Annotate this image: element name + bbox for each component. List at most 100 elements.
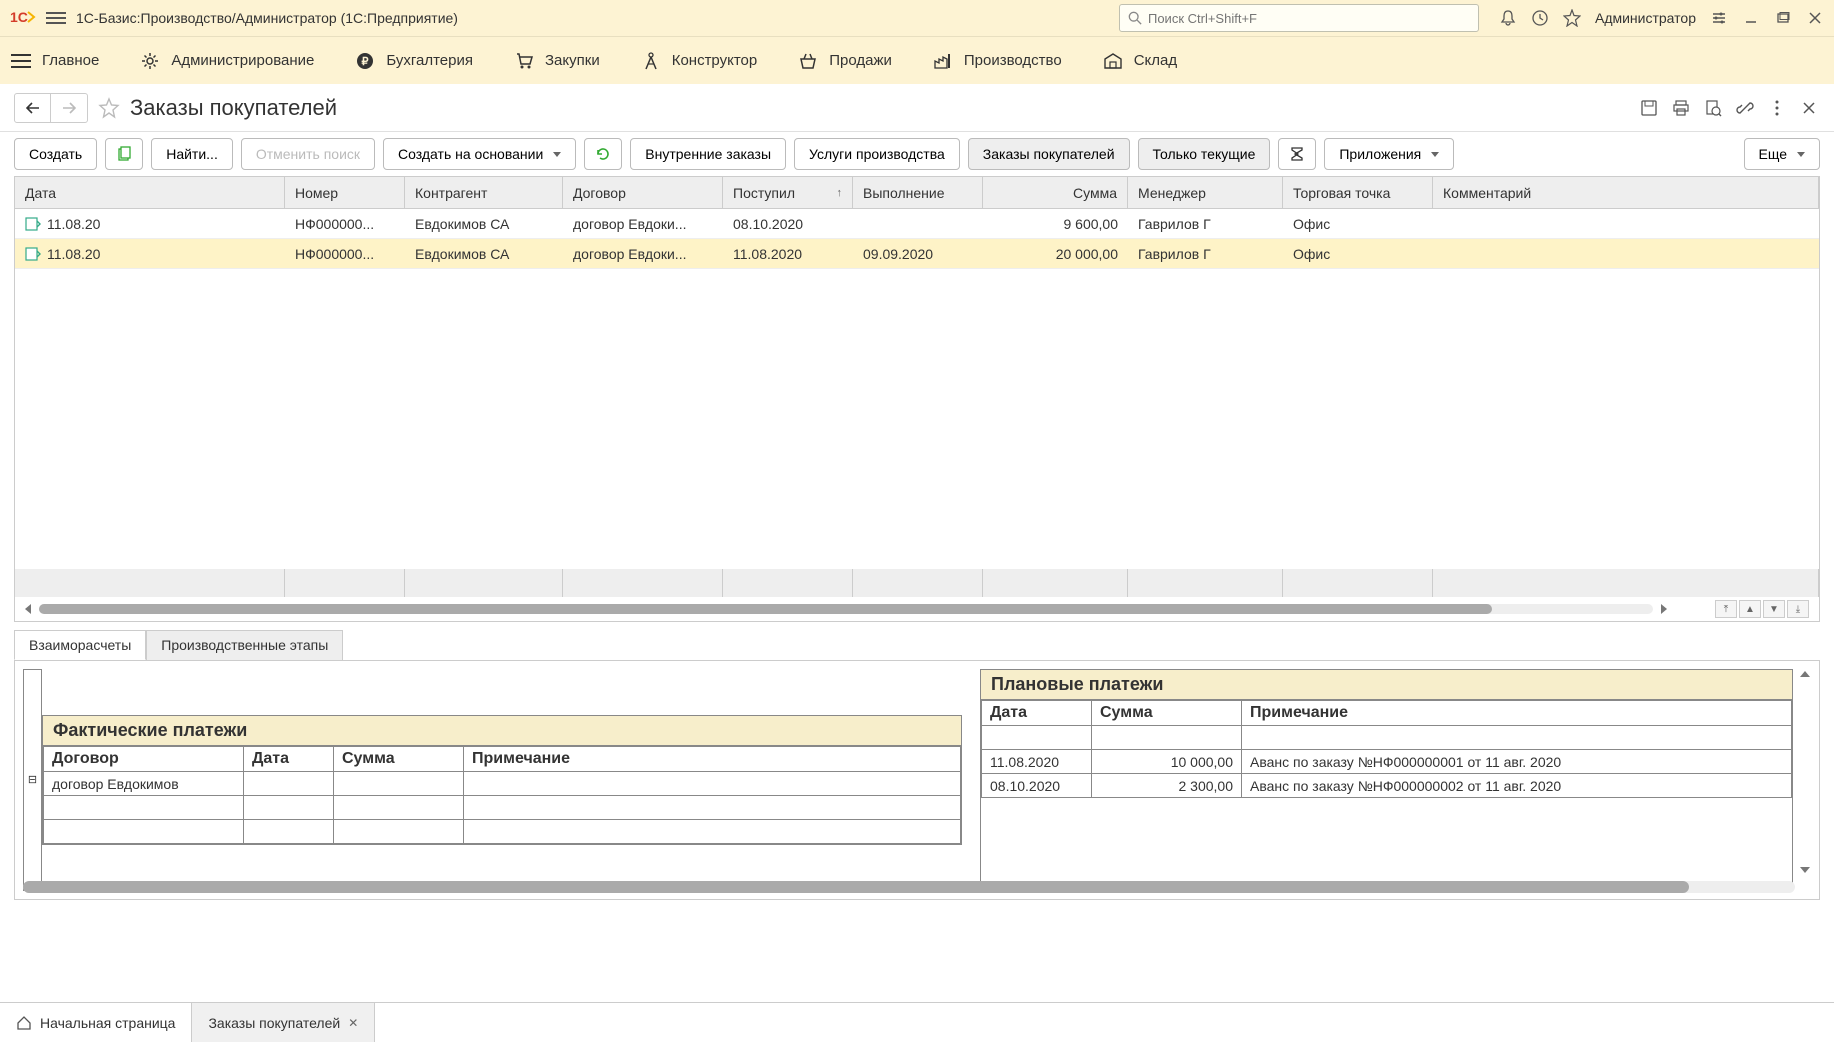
minimize-icon[interactable] <box>1742 9 1760 27</box>
cancel-search-button: Отменить поиск <box>241 138 375 170</box>
cell-completion: 09.09.2020 <box>853 239 983 268</box>
sum-button[interactable] <box>1278 138 1316 170</box>
scroll-right-icon[interactable] <box>1661 604 1667 614</box>
close-icon[interactable] <box>1806 9 1824 27</box>
more-menu-icon[interactable] <box>1766 97 1788 119</box>
scroll-down-arrow-icon[interactable] <box>1800 867 1810 873</box>
nav-admin-label: Администрирование <box>171 52 314 69</box>
production-services-button[interactable]: Услуги производства <box>794 138 960 170</box>
home-icon <box>16 1015 32 1031</box>
wtab-home[interactable]: Начальная страница <box>0 1003 192 1042</box>
actual-payments-title: Фактические платежи <box>43 716 961 746</box>
nav-main-label: Главное <box>42 52 99 69</box>
table-row[interactable]: договор Евдокимов <box>44 772 961 796</box>
bottom-hscroll[interactable] <box>23 881 1795 893</box>
cell-completion <box>853 209 983 238</box>
nav-constructor-label: Конструктор <box>672 52 758 69</box>
scroll-top-icon[interactable]: ⤒ <box>1715 600 1737 618</box>
table-row[interactable]: 11.08.20НФ000000...Евдокимов САдоговор Е… <box>15 239 1819 269</box>
only-current-button[interactable]: Только текущие <box>1138 138 1271 170</box>
main-menu-icon[interactable] <box>46 8 66 28</box>
table-row[interactable]: 08.10.20202 300,00Аванс по заказу №НФ000… <box>982 774 1792 798</box>
nav-production[interactable]: Производство <box>932 50 1062 72</box>
window-title: 1С-Базис:Производство/Администратор (1С:… <box>76 10 458 26</box>
col-number[interactable]: Номер <box>285 177 405 208</box>
more-button[interactable]: Еще <box>1744 138 1821 170</box>
settings-icon[interactable] <box>1710 9 1728 27</box>
search-input[interactable] <box>1148 11 1470 26</box>
nav-accounting[interactable]: ₽Бухгалтерия <box>354 50 473 72</box>
maximize-icon[interactable] <box>1774 9 1792 27</box>
col-counterparty[interactable]: Контрагент <box>405 177 563 208</box>
close-form-icon[interactable] <box>1798 97 1820 119</box>
user-name[interactable]: Администратор <box>1595 10 1696 26</box>
forward-button[interactable] <box>51 94 87 122</box>
actual-payments-table: Договор Дата Сумма Примечание договор Ев… <box>43 746 961 844</box>
cell-date: 08.10.2020 <box>982 774 1092 798</box>
scroll-up-arrow-icon[interactable] <box>1800 671 1810 677</box>
tab-mutual-settlements[interactable]: Взаиморасчеты <box>14 630 146 660</box>
link-icon[interactable] <box>1734 97 1756 119</box>
nav-purchasing-label: Закупки <box>545 52 600 69</box>
table-footer <box>15 569 1819 597</box>
history-icon[interactable] <box>1531 9 1549 27</box>
col-comment[interactable]: Комментарий <box>1433 177 1819 208</box>
favorite-star-icon[interactable] <box>98 97 120 119</box>
attachments-button[interactable]: Приложения <box>1324 138 1454 170</box>
ap-col-contract[interactable]: Договор <box>44 747 244 772</box>
cell-amount: 2 300,00 <box>1092 774 1242 798</box>
warehouse-icon <box>1102 50 1124 72</box>
find-button[interactable]: Найти... <box>151 138 233 170</box>
col-contract[interactable]: Договор <box>563 177 723 208</box>
bottom-vscroll[interactable] <box>1797 671 1813 873</box>
search-box[interactable] <box>1119 4 1479 32</box>
refresh-button[interactable] <box>584 138 622 170</box>
internal-orders-button[interactable]: Внутренние заказы <box>630 138 786 170</box>
tree-collapse-icon[interactable]: ⊟ <box>24 670 42 891</box>
bell-icon[interactable] <box>1499 9 1517 27</box>
ap-col-amount[interactable]: Сумма <box>334 747 464 772</box>
copy-button[interactable] <box>105 138 143 170</box>
pp-col-date[interactable]: Дата <box>982 701 1092 726</box>
cell-counterparty: Евдокимов СА <box>405 209 563 238</box>
col-amount[interactable]: Сумма <box>983 177 1128 208</box>
col-received[interactable]: Поступил↑ <box>723 177 853 208</box>
pp-col-note[interactable]: Примечание <box>1242 701 1792 726</box>
scroll-bottom-icon[interactable]: ⤓ <box>1787 600 1809 618</box>
scroll-up-icon[interactable]: ▲ <box>1739 600 1761 618</box>
wtab-orders[interactable]: Заказы покупателей ✕ <box>192 1003 375 1042</box>
scroll-left-icon[interactable] <box>25 604 31 614</box>
scroll-down-icon[interactable]: ▼ <box>1763 600 1785 618</box>
col-date[interactable]: Дата <box>15 177 285 208</box>
document-icon <box>25 217 41 231</box>
ap-col-date[interactable]: Дата <box>244 747 334 772</box>
cell-date: 11.08.20 <box>47 216 100 232</box>
star-icon[interactable] <box>1563 9 1581 27</box>
table-row[interactable]: 11.08.202010 000,00Аванс по заказу №НФ00… <box>982 750 1792 774</box>
col-shop[interactable]: Торговая точка <box>1283 177 1433 208</box>
nav-constructor[interactable]: Конструктор <box>640 50 758 72</box>
print-icon[interactable] <box>1670 97 1692 119</box>
planned-payments-box: Плановые платежи Дата Сумма Примечание 1… <box>980 669 1793 891</box>
back-button[interactable] <box>15 94 51 122</box>
create-button[interactable]: Создать <box>14 138 97 170</box>
nav-admin[interactable]: Администрирование <box>139 50 314 72</box>
wtab-close-icon[interactable]: ✕ <box>348 1016 358 1030</box>
title-bar: 1С 1С-Базис:Производство/Администратор (… <box>0 0 1834 36</box>
tab-production-stages[interactable]: Производственные этапы <box>146 630 343 660</box>
buyer-orders-button[interactable]: Заказы покупателей <box>968 138 1130 170</box>
create-based-on-button[interactable]: Создать на основании <box>383 138 576 170</box>
nav-main[interactable]: Главное <box>10 50 99 72</box>
nav-warehouse[interactable]: Склад <box>1102 50 1177 72</box>
pp-col-amount[interactable]: Сумма <box>1092 701 1242 726</box>
preview-icon[interactable] <box>1702 97 1724 119</box>
planned-payments-table: Дата Сумма Примечание 11.08.202010 000,0… <box>981 700 1792 798</box>
ap-col-note[interactable]: Примечание <box>464 747 961 772</box>
hscrollbar[interactable] <box>39 604 1653 614</box>
table-row[interactable]: 11.08.20НФ000000...Евдокимов САдоговор Е… <box>15 209 1819 239</box>
save-icon[interactable] <box>1638 97 1660 119</box>
nav-sales[interactable]: Продажи <box>797 50 892 72</box>
col-manager[interactable]: Менеджер <box>1128 177 1283 208</box>
col-completion[interactable]: Выполнение <box>853 177 983 208</box>
nav-purchasing[interactable]: Закупки <box>513 50 600 72</box>
